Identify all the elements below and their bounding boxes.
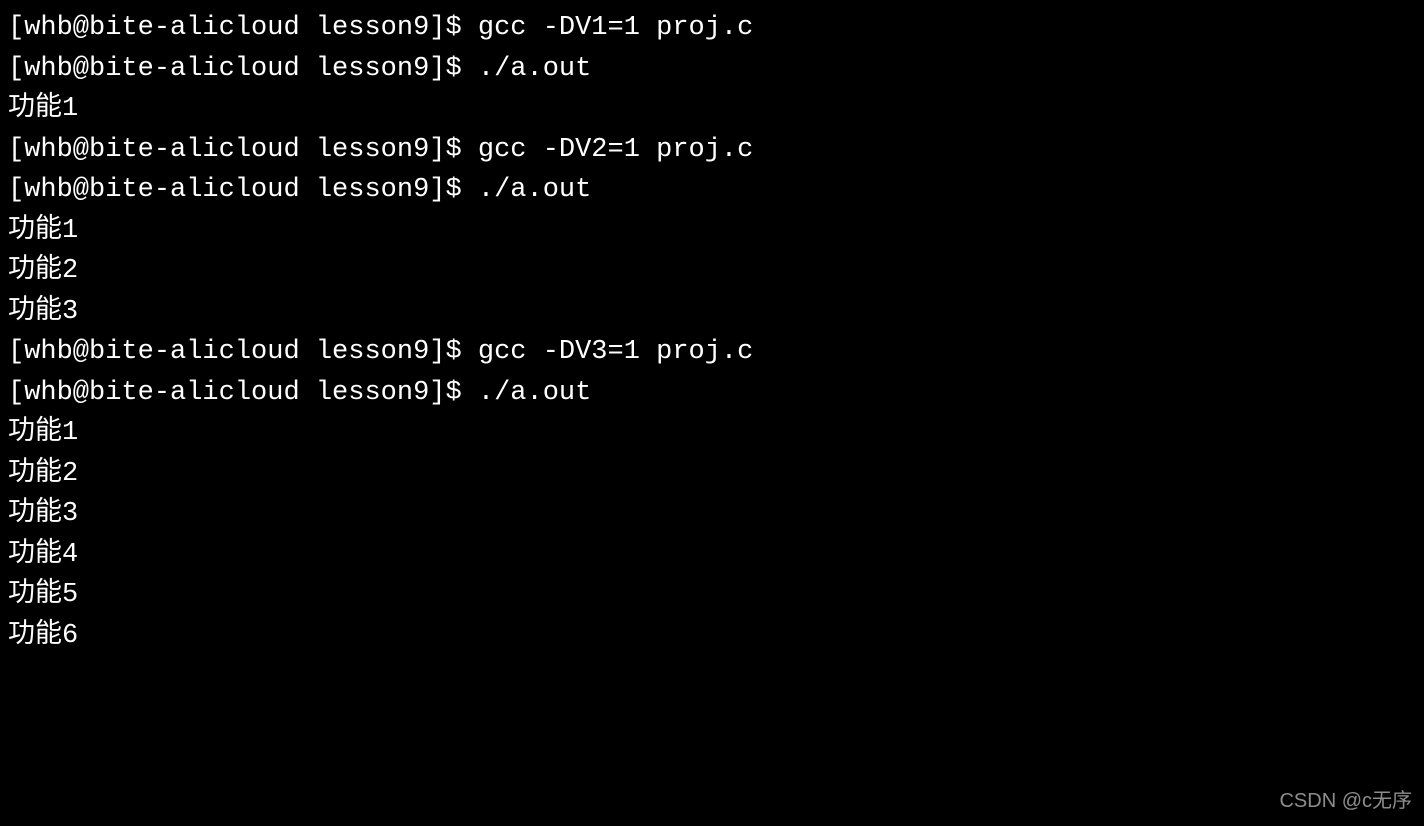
terminal-output: 功能4 — [8, 535, 1416, 576]
terminal-line[interactable]: [whb@bite-alicloud lesson9]$ gcc -DV2=1 … — [8, 130, 1416, 171]
terminal-output: 功能1 — [8, 413, 1416, 454]
shell-prompt: [whb@bite-alicloud lesson9]$ — [8, 135, 478, 165]
terminal-output: 功能3 — [8, 494, 1416, 535]
terminal-output: 功能5 — [8, 575, 1416, 616]
shell-command: ./a.out — [478, 378, 591, 408]
watermark: CSDN @c无序 — [1279, 786, 1412, 816]
terminal-line[interactable]: [whb@bite-alicloud lesson9]$ gcc -DV1=1 … — [8, 8, 1416, 49]
terminal-output: 功能2 — [8, 251, 1416, 292]
terminal-line[interactable]: [whb@bite-alicloud lesson9]$ ./a.out — [8, 49, 1416, 90]
shell-command: ./a.out — [478, 175, 591, 205]
shell-prompt: [whb@bite-alicloud lesson9]$ — [8, 13, 478, 43]
terminal-output: 功能1 — [8, 211, 1416, 252]
terminal-line[interactable]: [whb@bite-alicloud lesson9]$ ./a.out — [8, 170, 1416, 211]
shell-command: ./a.out — [478, 54, 591, 84]
terminal-line[interactable]: [whb@bite-alicloud lesson9]$ gcc -DV3=1 … — [8, 332, 1416, 373]
shell-prompt: [whb@bite-alicloud lesson9]$ — [8, 337, 478, 367]
terminal-line[interactable]: [whb@bite-alicloud lesson9]$ ./a.out — [8, 373, 1416, 414]
terminal-output: 功能1 — [8, 89, 1416, 130]
shell-prompt: [whb@bite-alicloud lesson9]$ — [8, 378, 478, 408]
shell-prompt: [whb@bite-alicloud lesson9]$ — [8, 54, 478, 84]
shell-command: gcc -DV3=1 proj.c — [478, 337, 753, 367]
terminal-output: 功能3 — [8, 292, 1416, 333]
shell-command: gcc -DV1=1 proj.c — [478, 13, 753, 43]
terminal-output: 功能2 — [8, 454, 1416, 495]
terminal-output: 功能6 — [8, 616, 1416, 657]
shell-command: gcc -DV2=1 proj.c — [478, 135, 753, 165]
shell-prompt: [whb@bite-alicloud lesson9]$ — [8, 175, 478, 205]
